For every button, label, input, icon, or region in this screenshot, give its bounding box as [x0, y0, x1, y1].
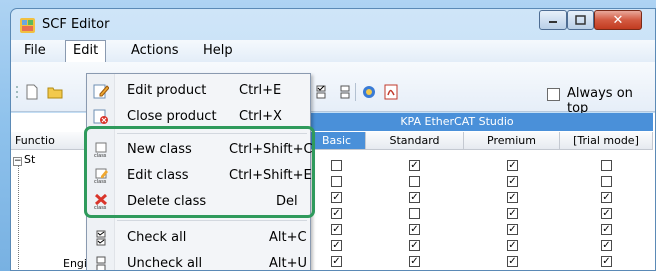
feature-checkbox[interactable]: ✓ — [409, 224, 420, 235]
menu-shortcut: Ctrl+E — [239, 83, 282, 98]
menu-item-uncheck-all[interactable]: Uncheck all Alt+U — [87, 251, 310, 271]
minimize-icon — [549, 21, 557, 23]
title-bar[interactable]: SCF Editor ✕ — [11, 9, 655, 39]
menu-label: Edit product — [127, 83, 207, 98]
uncheck-all-icon — [96, 256, 106, 270]
menu-item-edit-product[interactable]: Edit product Ctrl+E — [87, 78, 310, 104]
check-all-icon — [96, 230, 106, 246]
menu-edit[interactable]: Edit — [65, 40, 107, 62]
feature-checkbox[interactable]: ✓ — [331, 192, 342, 203]
feature-checkbox[interactable] — [331, 160, 342, 171]
feature-checkbox[interactable]: ✓ — [507, 256, 518, 267]
menu-help[interactable]: Help — [196, 42, 240, 61]
desktop-background: SCF Editor ✕ File Edit Actions Help Alwa… — [0, 0, 656, 271]
edit-product-icon — [93, 84, 109, 99]
column-header-basic[interactable]: Basic — [308, 132, 366, 150]
feature-checkbox[interactable]: ✓ — [507, 240, 518, 251]
pdf-icon[interactable] — [383, 84, 399, 100]
feature-checkbox[interactable]: ✓ — [409, 256, 420, 267]
feature-checkbox[interactable]: ✓ — [601, 240, 612, 251]
feature-checkbox[interactable]: ✓ — [409, 192, 420, 203]
open-folder-icon[interactable] — [47, 84, 63, 100]
close-button[interactable]: ✕ — [594, 10, 642, 30]
check-all-toolbar-icon[interactable] — [313, 84, 329, 100]
feature-checkbox[interactable] — [409, 208, 420, 219]
feature-checkbox[interactable]: ✓ — [507, 192, 518, 203]
feature-checkbox[interactable]: ✓ — [601, 208, 612, 219]
menu-shortcut: Ctrl+X — [239, 109, 282, 124]
feature-checkbox[interactable] — [409, 176, 420, 187]
class-actions-highlight — [84, 126, 315, 218]
feature-checkbox[interactable]: ✓ — [507, 160, 518, 171]
maximize-icon — [575, 15, 586, 25]
feature-checkbox[interactable]: ✓ — [507, 224, 518, 235]
band-header: KPA EtherCAT Studio — [261, 113, 653, 131]
menu-item-check-all[interactable]: Check all Alt+C — [87, 225, 310, 251]
feature-checkbox[interactable]: ✓ — [507, 208, 518, 219]
column-header-trial[interactable]: [Trial mode] — [560, 132, 653, 150]
license-key-icon[interactable] — [361, 84, 377, 100]
tree-root-node[interactable]: − St — [13, 153, 35, 166]
always-on-top-checkbox[interactable] — [547, 88, 560, 101]
minimize-button[interactable] — [539, 10, 567, 30]
feature-checkbox[interactable]: ✓ — [331, 208, 342, 219]
menu-label: Check all — [127, 230, 187, 245]
feature-checkbox[interactable]: ✓ — [409, 240, 420, 251]
menu-bar: File Edit Actions Help — [11, 40, 655, 62]
uncheck-all-toolbar-icon[interactable] — [337, 84, 353, 100]
feature-checkbox[interactable] — [601, 160, 612, 171]
window-title: SCF Editor — [42, 17, 110, 32]
new-file-icon[interactable] — [24, 84, 40, 100]
feature-checkbox[interactable]: ✓ — [601, 224, 612, 235]
scf-editor-window: SCF Editor ✕ File Edit Actions Help Alwa… — [10, 8, 656, 271]
feature-checkbox[interactable]: ✓ — [331, 256, 342, 267]
menu-shortcut: Alt+C — [269, 230, 307, 245]
maximize-button[interactable] — [567, 10, 594, 30]
feature-checkbox[interactable] — [601, 176, 612, 187]
always-on-top-label: Always on top — [567, 86, 633, 116]
feature-checkbox[interactable] — [331, 176, 342, 187]
feature-checkbox[interactable]: ✓ — [507, 176, 518, 187]
close-icon: ✕ — [612, 12, 624, 28]
menu-actions[interactable]: Actions — [124, 42, 186, 61]
tree-root-label: St — [24, 153, 36, 166]
feature-checkbox[interactable]: ✓ — [409, 160, 420, 171]
feature-checkbox[interactable]: ✓ — [331, 224, 342, 235]
menu-separator — [117, 220, 307, 221]
menu-label: Close product — [127, 109, 217, 124]
column-header-standard[interactable]: Standard — [366, 132, 464, 150]
toolbar-grip-icon — [16, 86, 18, 98]
tree-connector — [18, 165, 19, 270]
toolbar-separator — [355, 83, 356, 101]
close-product-icon — [93, 109, 108, 124]
column-header-premium[interactable]: Premium — [464, 132, 560, 150]
app-icon — [20, 18, 35, 33]
menu-shortcut: Alt+U — [269, 256, 308, 271]
feature-checkbox[interactable]: ✓ — [601, 256, 612, 267]
feature-checkbox[interactable]: ✓ — [601, 192, 612, 203]
menu-file[interactable]: File — [17, 42, 53, 61]
feature-checkbox[interactable]: ✓ — [331, 240, 342, 251]
menu-label: Uncheck all — [127, 256, 203, 271]
